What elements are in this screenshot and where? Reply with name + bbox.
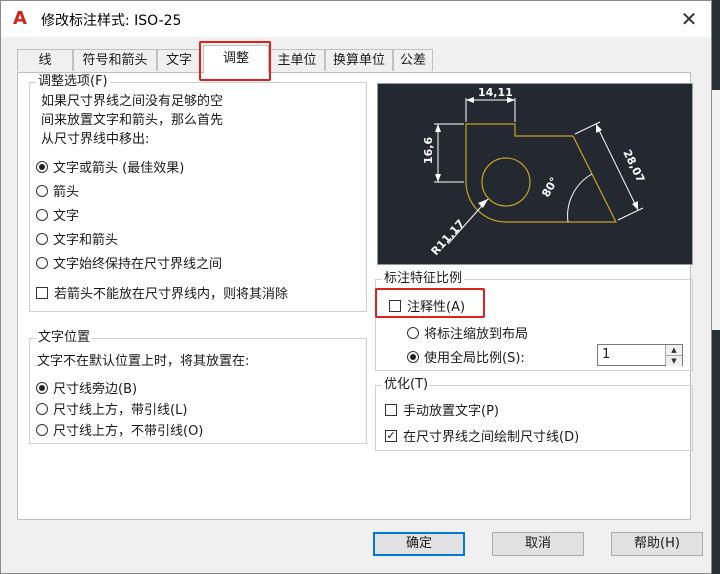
dim-label-top: 14,11 — [478, 86, 513, 99]
tab-symbols-arrows[interactable]: 符号和箭头 — [73, 49, 157, 71]
radio-always-keep-text[interactable]: 文字始终保持在尺寸界线之间 — [36, 253, 222, 272]
radio-label: 文字 — [53, 209, 80, 224]
radio-arrows[interactable]: 箭头 — [36, 181, 79, 200]
overall-scale-stepper[interactable]: 1 ▲ ▼ — [597, 344, 683, 366]
radio-text-or-arrows[interactable]: 文字或箭头 (最佳效果) — [36, 157, 184, 176]
check-annotative[interactable]: 注释性(A) — [389, 296, 465, 315]
preview-drawing: 14,11 16,6 28,07 80° R11,17 — [422, 86, 647, 258]
close-button[interactable]: ✕ — [677, 7, 701, 31]
part-outline — [465, 123, 617, 223]
radio-label: 箭头 — [53, 185, 80, 200]
check-place-text-manually[interactable]: 手动放置文字(P) — [385, 400, 499, 419]
radio-label: 文字和箭头 — [53, 233, 119, 248]
tab-alternate-units[interactable]: 换算单位 — [325, 49, 393, 71]
stepper-buttons: ▲ ▼ — [665, 345, 682, 366]
dim-label-left: 16,6 — [422, 137, 435, 164]
preview-panel: 14,11 16,6 28,07 80° R11,17 — [377, 83, 693, 265]
radio-label: 尺寸线上方，带引线(L) — [53, 403, 188, 418]
radio-dot — [407, 350, 419, 363]
stepper-down-icon[interactable]: ▼ — [666, 355, 682, 366]
radio-label: 文字始终保持在尺寸界线之间 — [53, 257, 223, 272]
radio-dot — [36, 184, 48, 197]
checkbox-label: 手动放置文字(P) — [403, 404, 499, 419]
radio-label: 使用全局比例(S): — [424, 351, 525, 366]
radio-dot — [36, 160, 48, 173]
tab-lines[interactable]: 线 — [17, 49, 73, 71]
part-hole — [481, 157, 531, 207]
checkbox-label: 若箭头不能放在尺寸界线内，则将其消除 — [54, 287, 289, 302]
cancel-button[interactable]: 取消 — [492, 532, 584, 556]
tab-text[interactable]: 文字 — [157, 49, 201, 71]
radio-dot — [36, 256, 48, 269]
text-placement-desc: 文字不在默认位置上时，将其放置在: — [37, 354, 250, 369]
radio-both-text-and-arrows[interactable]: 文字和箭头 — [36, 229, 118, 248]
help-button[interactable]: 帮助(H) — [611, 532, 703, 556]
tab-primary-units[interactable]: 主单位 — [269, 49, 325, 71]
check-suppress-arrows[interactable]: 若箭头不能放在尺寸界线内，则将其消除 — [36, 283, 288, 302]
dim-label-radius: R11,17 — [429, 217, 468, 258]
radio-text[interactable]: 文字 — [36, 205, 79, 224]
window-title: 修改标注样式: ISO-25 — [41, 13, 182, 29]
checkbox-box: ✓ — [385, 428, 397, 442]
stepper-up-icon[interactable]: ▲ — [666, 345, 682, 355]
autocad-logo-icon: A — [13, 8, 27, 29]
radio-label: 将标注缩放到布局 — [424, 327, 529, 342]
ok-button[interactable]: 确定 — [373, 532, 465, 556]
title-bar: A 修改标注样式: ISO-25 ✕ — [1, 1, 711, 37]
radio-label: 文字或箭头 (最佳效果) — [53, 161, 185, 176]
fine-tuning-legend: 优化(T) — [382, 377, 431, 393]
fit-desc-line-2: 间来放置文字和箭头，那么首先 — [41, 113, 224, 128]
modify-dimension-style-dialog: A 修改标注样式: ISO-25 ✕ 线 符号和箭头 文字 调整 主单位 换算单… — [0, 0, 712, 574]
fit-options-legend: 调整选项(F) — [36, 74, 110, 90]
checkbox-label: 在尺寸界线之间绘制尺寸线(D) — [403, 430, 580, 445]
radio-over-without-leader[interactable]: 尺寸线上方，不带引线(O) — [36, 420, 203, 439]
scale-legend: 标注特征比例 — [382, 271, 465, 287]
radio-dot — [36, 423, 48, 436]
text-placement-legend: 文字位置 — [36, 330, 93, 346]
radio-label: 尺寸线上方，不带引线(O) — [53, 424, 204, 439]
check-draw-dim-line-between[interactable]: ✓ 在尺寸界线之间绘制尺寸线(D) — [385, 426, 579, 445]
dim-label-angle: 80° — [539, 175, 561, 200]
checkbox-box — [36, 286, 48, 299]
radio-dot — [36, 232, 48, 245]
tab-tolerances[interactable]: 公差 — [393, 49, 433, 71]
radio-use-overall-scale[interactable]: 使用全局比例(S): — [407, 347, 525, 366]
radio-dot — [36, 402, 48, 415]
fit-desc-line-1: 如果尺寸界线之间没有足够的空 — [41, 94, 224, 109]
radio-dot — [36, 381, 48, 394]
radio-over-with-leader[interactable]: 尺寸线上方，带引线(L) — [36, 399, 187, 418]
checkbox-box — [385, 403, 397, 416]
radio-dot — [36, 208, 48, 221]
dim-label-slant: 28,07 — [620, 148, 647, 185]
checkbox-label: 注释性(A) — [407, 300, 466, 315]
radio-dot — [407, 326, 419, 339]
radio-scale-to-layout[interactable]: 将标注缩放到布局 — [407, 323, 528, 342]
overall-scale-value[interactable]: 1 — [602, 347, 610, 362]
checkbox-box — [389, 299, 401, 312]
tab-bar: 线 符号和箭头 文字 调整 主单位 换算单位 公差 — [17, 45, 707, 73]
fit-desc-line-3: 从尺寸界线中移出: — [41, 132, 150, 147]
tab-fit[interactable]: 调整 — [203, 45, 269, 73]
radio-label: 尺寸线旁边(B) — [53, 382, 138, 397]
radio-beside-dim-line[interactable]: 尺寸线旁边(B) — [36, 378, 137, 397]
